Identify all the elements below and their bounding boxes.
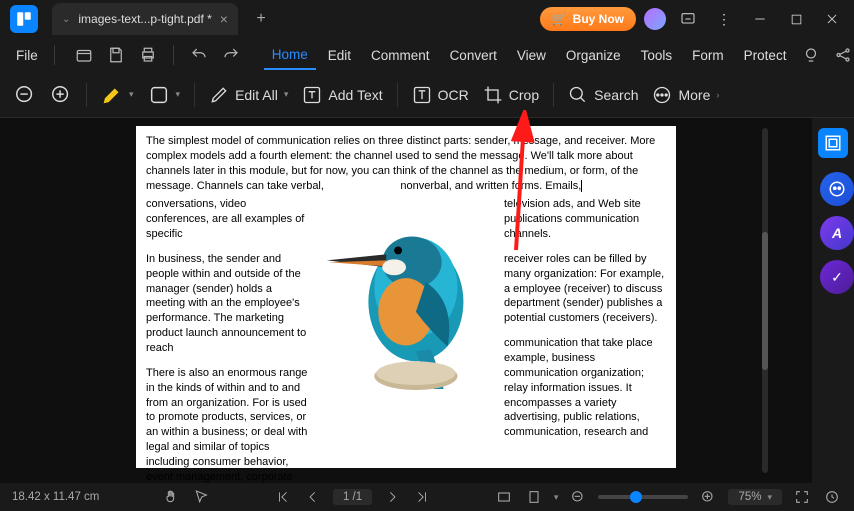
- crop-button[interactable]: Crop: [483, 85, 539, 105]
- separator: [54, 45, 55, 65]
- buy-label: Buy Now: [573, 12, 624, 26]
- minimize-icon[interactable]: [746, 5, 774, 33]
- read-mode-icon[interactable]: [822, 487, 842, 507]
- first-page-icon[interactable]: [273, 487, 293, 507]
- highlighter-button[interactable]: ▾: [101, 84, 134, 106]
- separator: [397, 83, 398, 107]
- select-tool-icon[interactable]: [191, 487, 211, 507]
- body-text: In business, the sender and people withi…: [146, 252, 308, 356]
- body-text: receiver roles can be filled by many org…: [504, 252, 666, 326]
- open-icon[interactable]: [71, 42, 97, 68]
- fit-width-icon[interactable]: [494, 487, 514, 507]
- page-indicator[interactable]: 1 /1: [333, 489, 372, 505]
- body-text: conversations, video conferences, are al…: [146, 197, 308, 242]
- zoom-slider[interactable]: [598, 495, 688, 499]
- shape-button[interactable]: ▾: [148, 84, 181, 106]
- fullscreen-icon[interactable]: [792, 487, 812, 507]
- document-tab[interactable]: ⌄ images-text...p-tight.pdf * ×: [52, 3, 238, 35]
- last-page-icon[interactable]: [412, 487, 432, 507]
- bulb-icon[interactable]: [798, 42, 824, 68]
- edit-all-button[interactable]: Edit All ▾: [209, 85, 288, 105]
- separator: [553, 83, 554, 107]
- chevron-down-icon: ⌄: [62, 14, 70, 25]
- chevron-down-icon: ▾: [176, 89, 181, 100]
- share-icon[interactable]: [830, 42, 854, 68]
- more-button[interactable]: More ›: [652, 85, 719, 105]
- zoom-out-button[interactable]: [14, 84, 36, 106]
- edit-all-label: Edit All: [235, 87, 278, 103]
- menu-tools[interactable]: Tools: [633, 42, 681, 69]
- feedback-icon[interactable]: [674, 5, 702, 33]
- redo-icon[interactable]: [218, 42, 244, 68]
- print-icon[interactable]: [135, 42, 161, 68]
- scrollbar-thumb[interactable]: [762, 232, 768, 370]
- fit-page-icon[interactable]: [524, 487, 544, 507]
- undo-icon[interactable]: [186, 42, 212, 68]
- chevron-down-icon: ▾: [767, 492, 772, 503]
- zoom-slider-thumb[interactable]: [630, 491, 642, 503]
- next-page-icon[interactable]: [382, 487, 402, 507]
- buy-now-button[interactable]: 🛒 Buy Now: [540, 7, 636, 31]
- maximize-icon[interactable]: [782, 5, 810, 33]
- body-text: There is also an enormous range in the k…: [146, 366, 308, 483]
- menu-convert[interactable]: Convert: [442, 42, 505, 69]
- assistant-chat-button[interactable]: [820, 172, 854, 206]
- search-button[interactable]: Search: [568, 85, 638, 105]
- kingfisher-image: [316, 193, 496, 391]
- add-text-label: Add Text: [328, 87, 382, 103]
- separator: [194, 83, 195, 107]
- vertical-scrollbar[interactable]: [762, 128, 768, 473]
- body-text: television ads, and Web site publication…: [504, 197, 666, 242]
- crop-label: Crop: [509, 87, 539, 103]
- save-icon[interactable]: [103, 42, 129, 68]
- menu-form[interactable]: Form: [684, 42, 732, 69]
- ocr-label: OCR: [438, 87, 469, 103]
- zoom-value: 75%: [738, 491, 761, 503]
- tab-title: images-text...p-tight.pdf *: [78, 12, 211, 26]
- menu-edit[interactable]: Edit: [320, 42, 359, 69]
- chevron-down-icon: ▾: [284, 89, 289, 100]
- menu-protect[interactable]: Protect: [736, 42, 795, 69]
- chevron-down-icon: ▾: [129, 89, 134, 100]
- chevron-down-icon[interactable]: ▾: [554, 492, 559, 503]
- add-text-button[interactable]: Add Text: [302, 85, 382, 105]
- search-label: Search: [594, 87, 638, 103]
- menu-organize[interactable]: Organize: [558, 42, 629, 69]
- separator: [173, 45, 174, 65]
- check-button[interactable]: [820, 260, 854, 294]
- prev-page-icon[interactable]: [303, 487, 323, 507]
- ai-a-button[interactable]: A: [820, 216, 854, 250]
- zoom-percent[interactable]: 75% ▾: [728, 489, 782, 505]
- menu-comment[interactable]: Comment: [363, 42, 438, 69]
- zoom-out-icon[interactable]: [568, 487, 588, 507]
- menu-view[interactable]: View: [509, 42, 554, 69]
- zoom-in-button[interactable]: [50, 84, 72, 106]
- close-tab-icon[interactable]: ×: [220, 11, 228, 27]
- more-label: More: [678, 87, 710, 103]
- ocr-button[interactable]: OCR: [412, 85, 469, 105]
- coordinates-readout: 18.42 x 11.47 cm: [12, 491, 99, 503]
- user-avatar[interactable]: [644, 8, 666, 30]
- menu-home[interactable]: Home: [264, 41, 316, 70]
- menu-file[interactable]: File: [8, 42, 46, 69]
- new-tab-button[interactable]: +: [248, 6, 274, 32]
- text-cursor: [581, 180, 582, 192]
- close-window-icon[interactable]: [818, 5, 846, 33]
- chevron-right-icon: ›: [716, 90, 719, 100]
- kebab-menu-icon[interactable]: ⋮: [710, 5, 738, 33]
- zoom-in-icon[interactable]: [698, 487, 718, 507]
- app-logo: [10, 5, 38, 33]
- cart-icon: 🛒: [552, 12, 567, 26]
- hand-tool-icon[interactable]: [161, 487, 181, 507]
- separator: [86, 83, 87, 107]
- pdf-page[interactable]: The simplest model of communication reli…: [136, 126, 676, 468]
- properties-panel-button[interactable]: [818, 128, 848, 158]
- body-text: nonverbal, and written forms. Emails,: [400, 180, 581, 192]
- body-text: communication that take place example, b…: [504, 336, 666, 440]
